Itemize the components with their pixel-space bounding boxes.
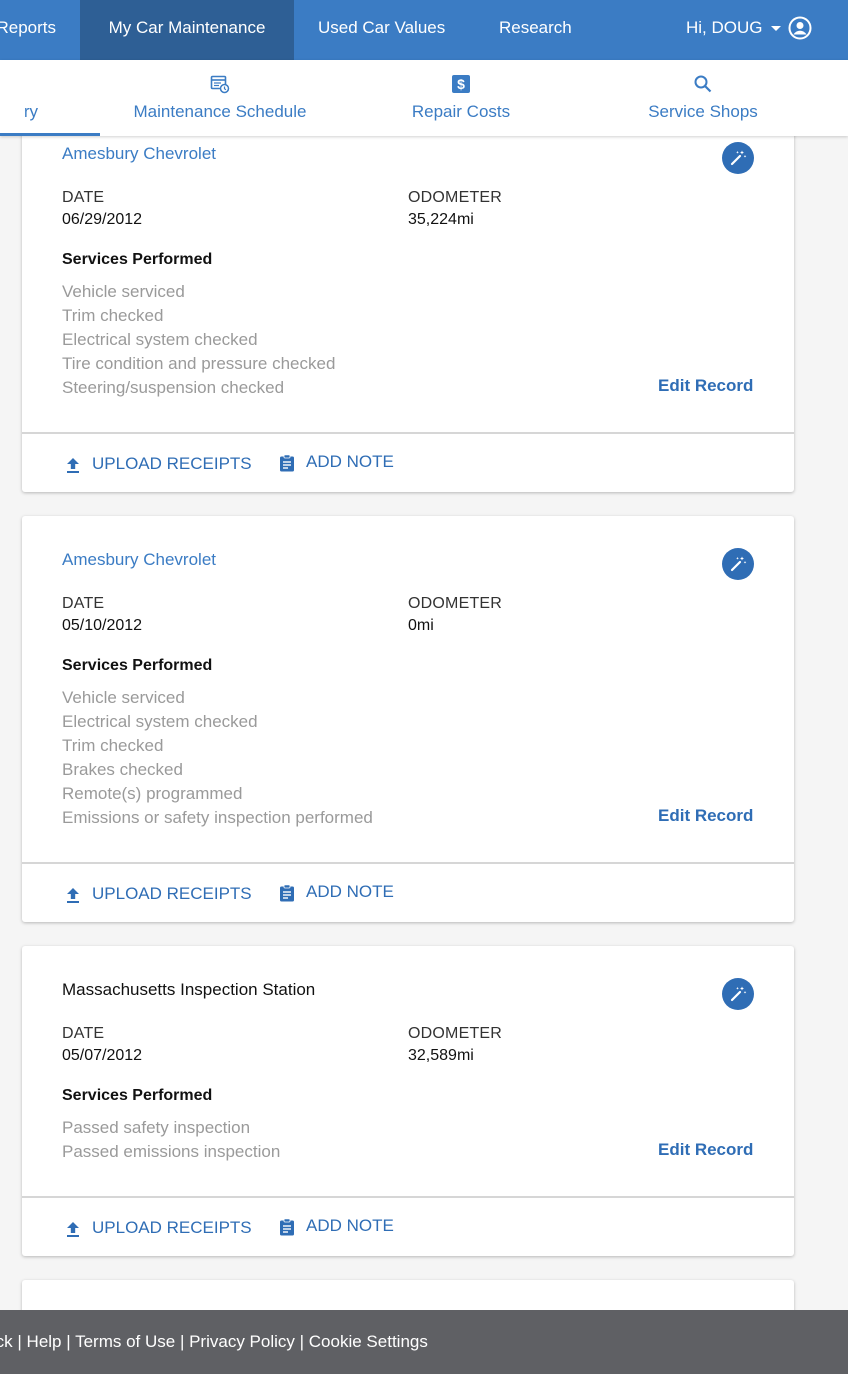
shop-name-link[interactable]: Amesbury Chevrolet (62, 550, 216, 570)
upload-receipts-label: UPLOAD RECEIPTS (92, 884, 252, 903)
upload-icon (67, 888, 79, 903)
footer-link-privacy[interactable]: Privacy Policy (189, 1332, 295, 1351)
service-item: Vehicle serviced (62, 282, 185, 301)
date-value: 05/10/2012 (62, 617, 143, 634)
user-menu[interactable]: Hi, DOUG (686, 0, 781, 60)
tab-service-shops-label: Service Shops (648, 102, 758, 121)
footer-separator: | (61, 1332, 76, 1351)
footer-link-feedback[interactable]: Feedback (0, 1332, 13, 1351)
odometer-label: ODOMETER (408, 595, 503, 612)
card-divider (22, 1196, 794, 1198)
date-label: DATE (62, 595, 105, 612)
service-item: Remote(s) programmed (62, 784, 243, 803)
dollar-icon: $ (452, 75, 470, 93)
add-note-label: ADD NOTE (306, 882, 394, 901)
footer: Feedback | Help | Terms of Use | Privacy… (0, 1310, 848, 1374)
odometer-value: 32,589mi (408, 1047, 474, 1064)
footer-separator: | (294, 1332, 309, 1351)
odometer-value: 35,224mi (408, 211, 474, 228)
search-icon (694, 75, 712, 93)
tab-service-shops[interactable]: Service Shops (626, 60, 780, 136)
service-item: Emissions or safety inspection performed (62, 808, 373, 827)
upload-icon (67, 1222, 79, 1237)
upload-receipts-label: UPLOAD RECEIPTS (92, 1218, 252, 1237)
footer-link-cookie-settings[interactable]: Cookie Settings (309, 1332, 428, 1351)
clipboard-icon (280, 454, 294, 472)
top-navigation: Reports My Car Maintenance Used Car Valu… (0, 0, 848, 60)
card-divider (22, 862, 794, 864)
service-record-card: Massachusetts Inspection Station DATE 05… (22, 946, 794, 1256)
tab-maintenance-schedule[interactable]: Maintenance Schedule (120, 60, 320, 136)
svg-text:$: $ (457, 76, 465, 92)
edit-fab-button[interactable] (722, 978, 754, 1010)
chevron-down-icon (770, 26, 781, 32)
clipboard-icon (280, 884, 294, 902)
tab-history-label: History (1, 102, 38, 121)
magic-wand-icon (730, 150, 747, 166)
shop-name: Massachusetts Inspection Station (62, 980, 316, 999)
card-divider (22, 432, 794, 434)
services-performed-heading: Services Performed (62, 1087, 213, 1104)
sub-navigation: History Maintenance Schedule $ Repair Co… (0, 60, 848, 136)
magic-wand-icon (730, 556, 747, 572)
date-value: 05/07/2012 (62, 1047, 143, 1064)
service-item: Passed emissions inspection (62, 1142, 281, 1161)
service-record-card: Amesbury Chevrolet DATE 06/29/2012 ODOME… (22, 100, 794, 492)
date-label: DATE (62, 189, 105, 206)
nav-reports[interactable]: Reports (0, 0, 80, 60)
date-value: 06/29/2012 (62, 211, 143, 228)
service-item: Brakes checked (62, 760, 183, 779)
footer-separator: | (175, 1332, 190, 1351)
edit-fab-button[interactable] (722, 142, 754, 174)
add-note-label: ADD NOTE (306, 1216, 394, 1235)
service-item: Passed safety inspection (62, 1118, 251, 1137)
services-performed-heading: Services Performed (62, 657, 213, 674)
edit-record-link[interactable]: Edit Record (658, 376, 753, 396)
service-item: Tire condition and pressure checked (62, 354, 336, 373)
odometer-label: ODOMETER (408, 189, 503, 206)
upload-receipts-label: UPLOAD RECEIPTS (92, 454, 252, 473)
upload-icon (67, 458, 79, 473)
edit-record-link[interactable]: Edit Record (658, 806, 753, 826)
nav-used-car-values[interactable]: Used Car Values (318, 0, 445, 60)
date-label: DATE (62, 1025, 105, 1042)
tab-repair-costs[interactable]: $ Repair Costs (380, 60, 542, 136)
nav-research[interactable]: Research (499, 0, 572, 60)
add-note-label: ADD NOTE (306, 452, 394, 471)
edit-fab-button[interactable] (722, 548, 754, 580)
service-item: Electrical system checked (62, 712, 258, 731)
odometer-value: 0mi (408, 617, 434, 634)
shop-name-link[interactable]: Amesbury Chevrolet (62, 144, 216, 164)
tab-repair-costs-label: Repair Costs (411, 102, 511, 121)
service-item: Vehicle serviced (62, 688, 185, 707)
service-item: Steering/suspension checked (62, 378, 285, 397)
tab-maintenance-schedule-label: Maintenance Schedule (133, 102, 307, 121)
service-item: Electrical system checked (62, 330, 258, 349)
footer-links: Feedback | Help | Terms of Use | Privacy… (0, 1310, 428, 1374)
footer-link-help[interactable]: Help (27, 1332, 62, 1351)
footer-separator: | (12, 1332, 27, 1351)
edit-record-link[interactable]: Edit Record (658, 1140, 753, 1160)
services-performed-heading: Services Performed (62, 251, 213, 268)
service-item: Trim checked (62, 736, 164, 755)
account-icon[interactable] (788, 16, 812, 40)
active-tab-indicator (0, 133, 100, 136)
clipboard-icon (280, 1218, 294, 1236)
magic-wand-icon (730, 986, 747, 1002)
user-greeting: Hi, DOUG (686, 18, 763, 37)
tab-history[interactable]: History (0, 60, 100, 136)
footer-link-terms[interactable]: Terms of Use (75, 1332, 175, 1351)
service-item: Trim checked (62, 306, 164, 325)
nav-my-car-maintenance[interactable]: My Car Maintenance (80, 0, 294, 60)
calendar-clock-icon (210, 75, 230, 94)
service-record-card: Amesbury Chevrolet DATE 05/10/2012 ODOME… (22, 516, 794, 922)
odometer-label: ODOMETER (408, 1025, 503, 1042)
